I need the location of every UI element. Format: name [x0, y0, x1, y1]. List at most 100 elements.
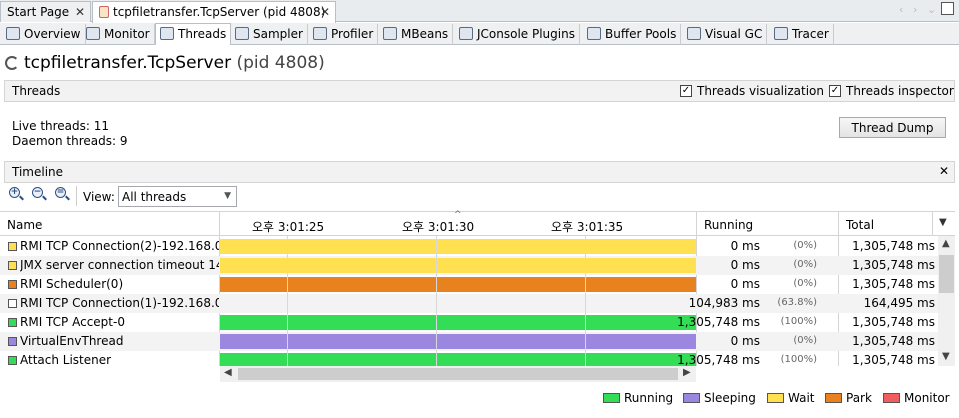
- table-row[interactable]: RMI TCP Connection(2)-192.168.0. 0 ms (0%)…: [0, 237, 938, 256]
- vertical-scrollbar[interactable]: ▲ ▼: [938, 236, 955, 366]
- tab-start-page[interactable]: Start Page ✕: [0, 1, 91, 22]
- threads-section-header: Threads ✓ Threads visualization ✓ Thread…: [4, 80, 955, 102]
- thread-running-time: 104,983 ms: [688, 296, 760, 310]
- column-name[interactable]: Name: [7, 218, 42, 232]
- thread-name: RMI Scheduler(0): [20, 277, 124, 291]
- thread-timeline-bar: [220, 315, 696, 330]
- legend-label: Sleeping: [704, 391, 756, 405]
- thread-total-time: 1,305,748 ms: [852, 239, 935, 253]
- tab-profiler[interactable]: Profiler: [309, 24, 379, 45]
- tab-mbeans[interactable]: MBeans: [379, 24, 454, 45]
- thread-state-swatch: [8, 318, 17, 327]
- thread-state-swatch: [8, 299, 17, 308]
- thread-timeline-bar: [220, 239, 696, 254]
- threads-icon: [160, 27, 174, 40]
- scroll-right-icon[interactable]: ▶: [683, 367, 691, 378]
- restore-window-button[interactable]: [941, 2, 954, 15]
- thread-total-time: 164,495 ms: [863, 296, 935, 310]
- timeline-tick-label: 오후 3:01:25: [252, 220, 325, 234]
- thread-dump-button[interactable]: Thread Dump: [839, 117, 946, 138]
- live-threads: Live threads: 11: [12, 119, 110, 133]
- scroll-right-icon[interactable]: ›: [913, 3, 917, 16]
- close-icon[interactable]: ✕: [939, 164, 949, 178]
- chevron-down-icon[interactable]: ⌄: [927, 3, 936, 16]
- monitor-icon: [86, 27, 100, 40]
- scroll-thumb[interactable]: [939, 255, 954, 293]
- thread-timeline-bar: [220, 334, 696, 349]
- thread-running-percent: (100%): [780, 316, 817, 327]
- column-running[interactable]: Running: [704, 218, 753, 232]
- thread-running-time: 0 ms: [730, 239, 760, 253]
- thread-state-swatch: [8, 337, 17, 346]
- table-row[interactable]: RMI Scheduler(0) 0 ms (0%) 1,305,748 ms: [0, 275, 938, 294]
- thread-running-percent: (0%): [793, 259, 817, 270]
- column-separator: [932, 211, 933, 236]
- tab-overview[interactable]: Overview: [2, 24, 86, 45]
- legend-label: Park: [846, 391, 872, 405]
- tab-tracer[interactable]: Tracer: [770, 24, 834, 45]
- legend-swatch: [683, 393, 700, 403]
- legend-item: Running: [603, 391, 673, 405]
- tracer-icon: [774, 27, 788, 40]
- zoom-out-icon[interactable]: −: [32, 187, 47, 202]
- table-row[interactable]: RMI TCP Accept-0 1,305,748 ms (100%) 1,305,…: [0, 313, 938, 332]
- profiler-icon: [313, 27, 327, 40]
- tab-visual-gc[interactable]: Visual GC: [683, 24, 768, 45]
- timeline-gridline: [287, 236, 288, 366]
- scroll-left-icon[interactable]: ‹: [899, 3, 903, 16]
- threads-inspector-checkbox[interactable]: ✓: [829, 85, 841, 97]
- horizontal-scrollbar[interactable]: ◀ ▶: [220, 366, 696, 382]
- page-title: tcpfiletransfer.TcpServer (pid 4808): [24, 53, 325, 73]
- scroll-up-icon[interactable]: ▲: [942, 238, 950, 249]
- daemon-threads: Daemon threads: 9: [12, 134, 128, 148]
- table-row[interactable]: VirtualEnvThread 0 ms (0%) 1,305,748 ms: [0, 332, 938, 351]
- loading-spinner-icon: [5, 56, 19, 70]
- thread-name: VirtualEnvThread: [20, 334, 124, 348]
- thread-running-time: 0 ms: [730, 277, 760, 291]
- thread-running-time: 1,305,748 ms: [677, 353, 760, 367]
- legend-item: Monitor: [883, 391, 950, 405]
- threads-visualization-checkbox[interactable]: ✓: [680, 85, 692, 97]
- thread-total-time: 1,305,748 ms: [852, 334, 935, 348]
- table-row[interactable]: JMX server connection timeout 14 0 ms (0%)…: [0, 256, 938, 275]
- legend-item: Sleeping: [683, 391, 756, 405]
- table-row[interactable]: RMI TCP Connection(1)-192.168.0. 104,983 …: [0, 294, 938, 313]
- buffer-pools-icon: [587, 27, 601, 40]
- legend-label: Monitor: [904, 391, 950, 405]
- tab-tcpserver[interactable]: tcpfiletransfer.TcpServer (pid 4808) ✕: [92, 1, 336, 23]
- document-tabbar: Start Page ✕ tcpfiletransfer.TcpServer (…: [0, 0, 959, 23]
- view-select[interactable]: All threads ▼: [118, 186, 237, 207]
- thread-running-percent: (0%): [793, 240, 817, 251]
- tab-threads[interactable]: Threads: [155, 23, 232, 45]
- zoom-fit-icon[interactable]: =: [55, 187, 70, 202]
- tab-buffer-pools[interactable]: Buffer Pools: [583, 24, 682, 45]
- thread-timeline-bar: [220, 296, 696, 311]
- thread-running-percent: (63.8%): [777, 297, 817, 308]
- tab-jconsole-plugins[interactable]: JConsole Plugins: [455, 24, 580, 45]
- column-total[interactable]: Total: [846, 218, 874, 232]
- tab-monitor[interactable]: Monitor: [82, 24, 155, 45]
- legend-item: Park: [825, 391, 872, 405]
- close-icon[interactable]: ✕: [75, 5, 85, 19]
- thread-running-percent: (0%): [793, 278, 817, 289]
- thread-name: RMI TCP Connection(2)-192.168.0.: [20, 239, 219, 253]
- scroll-thumb[interactable]: [238, 368, 678, 380]
- legend-item: Wait: [767, 391, 815, 405]
- zoom-in-icon[interactable]: +: [9, 187, 24, 202]
- overview-icon: [6, 27, 20, 40]
- thread-timeline-bar: [220, 258, 696, 273]
- timeline-tick-label: 오후 3:01:30: [402, 220, 475, 234]
- legend-swatch: [883, 393, 900, 403]
- tab-sampler[interactable]: Sampler: [231, 24, 308, 45]
- thread-total-time: 1,305,748 ms: [852, 315, 935, 329]
- scroll-left-icon[interactable]: ◀: [224, 367, 232, 378]
- scroll-down-icon[interactable]: ▼: [942, 351, 950, 362]
- visual-gc-icon: [687, 27, 701, 40]
- chevron-down-icon: ▼: [224, 191, 231, 201]
- column-menu-icon[interactable]: ▼: [939, 217, 947, 228]
- thread-total-time: 1,305,748 ms: [852, 277, 935, 291]
- close-icon[interactable]: ✕: [320, 5, 330, 19]
- thread-state-swatch: [8, 261, 17, 270]
- timeline-gridline: [585, 236, 586, 366]
- thread-name: JMX server connection timeout 14: [20, 258, 219, 272]
